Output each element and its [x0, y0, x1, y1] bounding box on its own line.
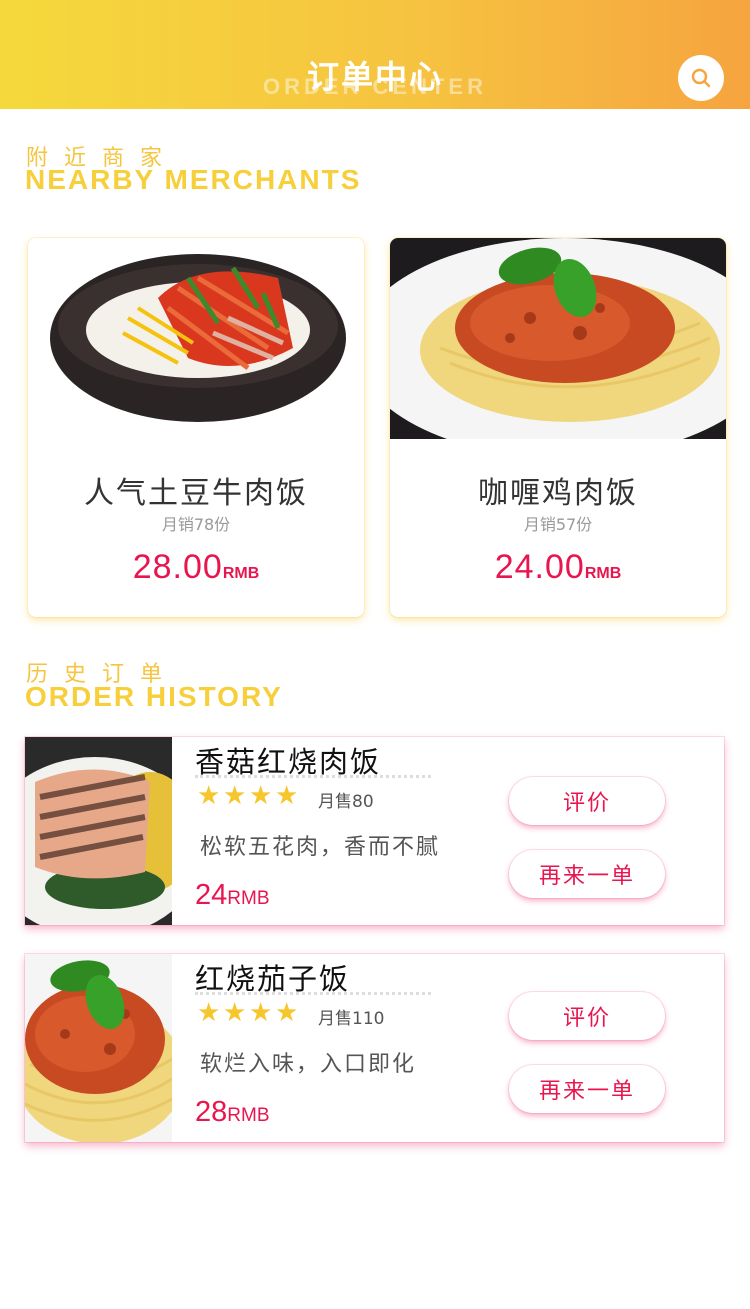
- bibimbap-bowl-image: [28, 238, 364, 439]
- order-item-price: 24RMB: [195, 879, 270, 912]
- star-icon: ★: [197, 998, 221, 1028]
- reorder-button[interactable]: 再来一单: [509, 850, 665, 898]
- merchant-sales: 月销57份: [523, 515, 593, 534]
- order-item-description: 松软五花肉，香而不腻: [200, 835, 441, 860]
- price-value: 28: [195, 1096, 228, 1128]
- history-title-en: ORDER HISTORY: [25, 681, 283, 712]
- merchant-card[interactable]: 咖喱鸡肉饭 月销57份 24.00RMB: [390, 238, 726, 617]
- star-icon: ★: [197, 781, 221, 811]
- price-value: 24.00: [494, 548, 585, 586]
- price-unit: RMB: [584, 565, 622, 582]
- dotted-divider: [195, 992, 431, 995]
- star-rating: ★ ★ ★ ★: [197, 1000, 301, 1026]
- star-rating: ★ ★ ★ ★: [197, 783, 301, 809]
- monthly-sales: 月售110: [318, 1009, 385, 1029]
- merchant-card[interactable]: 人气土豆牛肉饭 月销78份 28.00RMB: [28, 238, 364, 617]
- price-unit: RMB: [227, 1105, 270, 1126]
- price-value: 24: [195, 879, 228, 911]
- page-title: 订单中心: [306, 58, 443, 96]
- spaghetti-plate-image: [390, 238, 726, 439]
- order-item-description: 软烂入味，入口即化: [200, 1052, 417, 1077]
- review-button[interactable]: 评价: [509, 777, 665, 825]
- order-history-item[interactable]: 红烧茄子饭 ★ ★ ★ ★ 月售110 软烂入味，入口即化 28RMB 评价 再来一单: [25, 954, 724, 1142]
- order-history-item[interactable]: 香菇红烧肉饭 ★ ★ ★ ★ 月售80 松软五花肉，香而不腻 24RMB 评价 再来一…: [25, 737, 724, 925]
- star-icon: ★: [249, 998, 273, 1028]
- spaghetti-plate-image: [25, 954, 172, 1142]
- review-button[interactable]: 评价: [509, 992, 665, 1040]
- reorder-button[interactable]: 再来一单: [509, 1065, 665, 1113]
- star-icon: ★: [223, 998, 247, 1028]
- merchant-name: 咖喱鸡肉饭: [478, 476, 638, 511]
- star-icon: ★: [275, 781, 299, 811]
- monthly-sales: 月售80: [318, 792, 374, 812]
- merchant-sales: 月销78份: [161, 515, 231, 534]
- app-header: ORDER CENTER 订单中心: [0, 0, 750, 109]
- merchant-name: 人气土豆牛肉饭: [84, 476, 308, 511]
- price-unit: RMB: [227, 888, 270, 909]
- merchant-price: 28.00RMB: [28, 548, 364, 587]
- nearby-title-en: NEARBY MERCHANTS: [25, 164, 362, 195]
- merchant-price: 24.00RMB: [390, 548, 726, 587]
- price-value: 28.00: [132, 548, 223, 586]
- star-icon: ★: [275, 998, 299, 1028]
- star-icon: ★: [249, 781, 273, 811]
- price-unit: RMB: [222, 565, 260, 582]
- order-item-price: 28RMB: [195, 1096, 270, 1129]
- star-icon: ★: [223, 781, 247, 811]
- grilled-salmon-image: [25, 737, 172, 925]
- dotted-divider: [195, 775, 431, 778]
